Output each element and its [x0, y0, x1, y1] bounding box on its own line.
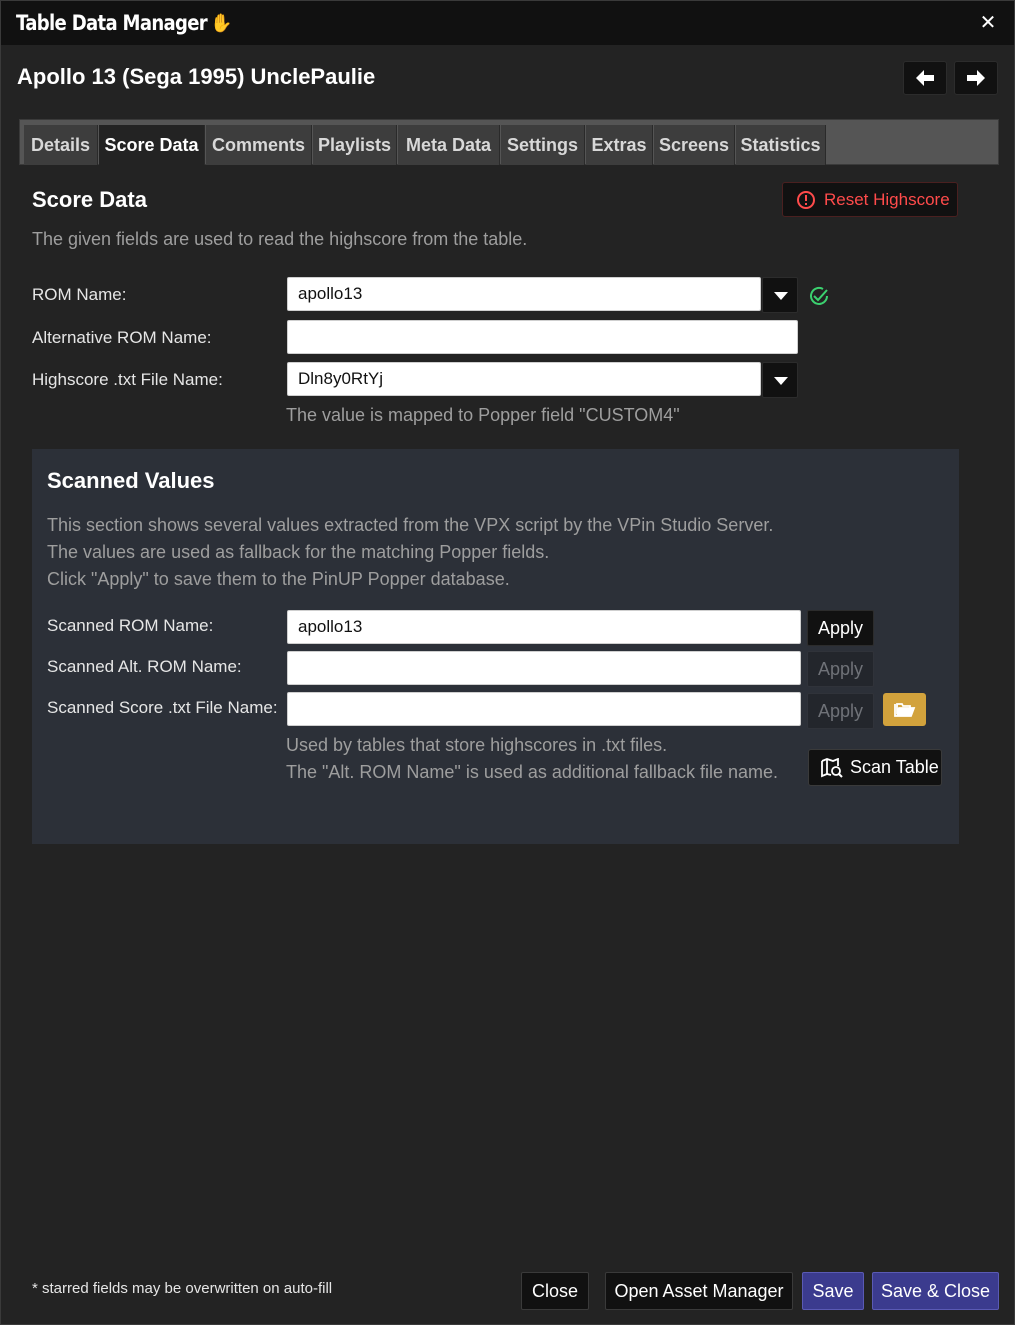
reset-highscore-label: Reset Highscore: [824, 189, 950, 209]
alt-rom-name-label: Alternative ROM Name:: [32, 328, 212, 347]
popper-mapping-note: The value is mapped to Popper field "CUS…: [286, 405, 680, 425]
alt-rom-name-input[interactable]: [287, 320, 798, 354]
apply-alt-rom-button[interactable]: Apply: [807, 651, 874, 687]
title-bar[interactable]: Table Data Manager ✋ ✕: [1, 1, 1014, 45]
next-table-button[interactable]: [954, 61, 998, 95]
scanned-note-line1: Used by tables that store highscores in …: [286, 735, 668, 755]
scanned-values-title: Scanned Values: [47, 468, 215, 493]
alert-circle-icon: [797, 190, 815, 209]
scan-table-label: Scan Table: [850, 757, 939, 777]
apply-score-file-button[interactable]: Apply: [807, 693, 874, 729]
tab-playlists[interactable]: Playlists: [313, 125, 397, 165]
apply-rom-button[interactable]: Apply: [807, 610, 874, 646]
open-folder-button[interactable]: [883, 693, 926, 726]
scanned-alt-rom-label: Scanned Alt. ROM Name:: [47, 657, 242, 676]
table-data-manager-window: Table Data Manager ✋ ✕ Apollo 13 (Sega 1…: [0, 0, 1015, 1325]
highscore-file-dropdown-button[interactable]: [762, 362, 798, 398]
scanned-description-line2: The values are used as fallback for the …: [47, 542, 550, 562]
scanned-description-line1: This section shows several values extrac…: [47, 515, 774, 535]
autofill-note: * starred fields may be overwritten on a…: [32, 1280, 333, 1297]
save-button[interactable]: Save: [802, 1272, 864, 1310]
open-asset-manager-button[interactable]: Open Asset Manager: [605, 1272, 793, 1310]
arrow-left-icon: [916, 70, 934, 86]
folder-open-icon: [894, 703, 916, 717]
tab-details[interactable]: Details: [24, 125, 98, 165]
chevron-down-icon: [774, 377, 788, 385]
highscore-file-input[interactable]: Dln8y0RtYj: [287, 362, 761, 396]
highscore-file-label: Highscore .txt File Name:: [32, 370, 223, 389]
tab-meta-data[interactable]: Meta Data: [398, 125, 500, 165]
close-button[interactable]: Close: [521, 1272, 589, 1310]
scanned-rom-label: Scanned ROM Name:: [47, 616, 214, 635]
reset-highscore-button[interactable]: Reset Highscore: [782, 182, 958, 217]
score-data-description: The given fields are used to read the hi…: [32, 229, 528, 249]
tab-extras[interactable]: Extras: [586, 125, 653, 165]
scanned-alt-rom-input[interactable]: [287, 651, 801, 685]
tab-score-data[interactable]: Score Data: [99, 125, 205, 165]
arrow-right-icon: [967, 70, 985, 86]
scan-table-button[interactable]: Scan Table: [808, 749, 942, 786]
map-search-icon: [821, 757, 843, 778]
rom-name-dropdown-button[interactable]: [762, 277, 798, 313]
previous-table-button[interactable]: [903, 61, 947, 95]
scanned-score-file-label: Scanned Score .txt File Name:: [47, 698, 278, 717]
save-and-close-button[interactable]: Save & Close: [872, 1272, 999, 1310]
tab-screens[interactable]: Screens: [654, 125, 735, 165]
hand-cursor-icon: ✋: [210, 12, 233, 33]
scanned-rom-input[interactable]: apollo13: [287, 610, 801, 644]
tab-settings[interactable]: Settings: [501, 125, 585, 165]
rom-name-input[interactable]: apollo13: [287, 277, 761, 311]
table-title: Apollo 13 (Sega 1995) UnclePaulie: [17, 64, 376, 89]
tab-statistics[interactable]: Statistics: [736, 125, 826, 165]
chevron-down-icon: [774, 292, 788, 300]
close-icon[interactable]: ✕: [976, 11, 1000, 35]
check-circle-icon: [810, 286, 828, 305]
score-data-title: Score Data: [32, 187, 147, 212]
scanned-description-line3: Click "Apply" to save them to the PinUP …: [47, 569, 510, 589]
tab-comments[interactable]: Comments: [206, 125, 312, 165]
scanned-score-file-input[interactable]: [287, 692, 801, 726]
rom-name-label: ROM Name:: [32, 285, 127, 304]
tab-bar: Details Score Data Comments Playlists Me…: [19, 119, 999, 165]
scanned-note-line2: The "Alt. ROM Name" is used as additiona…: [286, 762, 778, 782]
window-title: Table Data Manager: [16, 11, 208, 35]
